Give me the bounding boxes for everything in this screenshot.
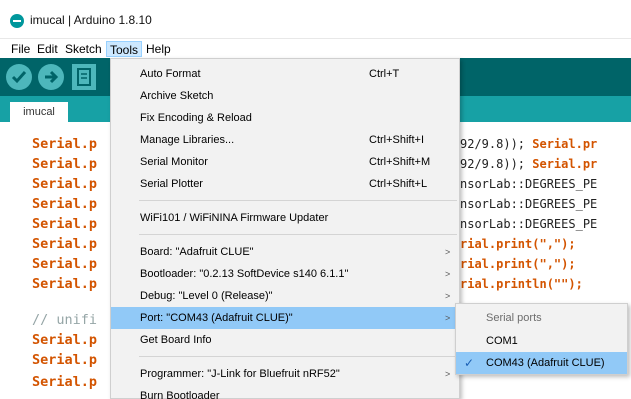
code-line: Serial.p — [32, 156, 98, 172]
checkmark-icon: ✓ — [464, 356, 475, 370]
code-line: Serial.p — [32, 196, 98, 212]
chevron-right-icon: > — [445, 269, 451, 279]
menu-bar: File Edit Sketch Tools Help — [0, 38, 631, 58]
menu-item-auto-format[interactable]: Auto Format Ctrl+T — [111, 63, 459, 85]
code-line: Serial.p — [32, 176, 98, 192]
menu-tools[interactable]: Tools — [106, 41, 143, 57]
code-fragment: nsorLab::DEGREES_PE — [460, 217, 598, 231]
port-submenu: Serial ports COM1 ✓ COM43 (Adafruit CLUE) — [455, 303, 628, 375]
menu-item-board[interactable]: Board: "Adafruit CLUE" > — [111, 241, 459, 263]
shortcut-label: Ctrl+Shift+L — [369, 178, 428, 190]
port-option-com43[interactable]: ✓ COM43 (Adafruit CLUE) — [456, 352, 627, 374]
chevron-right-icon: > — [445, 313, 451, 323]
menu-item-programmer[interactable]: Programmer: "J-Link for Bluefruit nRF52"… — [111, 363, 459, 385]
menu-item-serial-plotter[interactable]: Serial Plotter Ctrl+Shift+L — [111, 173, 459, 195]
menu-separator — [139, 234, 457, 235]
code-fragment: nsorLab::DEGREES_PE — [460, 197, 598, 211]
code-fragment: rial.println(""); — [460, 277, 583, 291]
port-option-com1[interactable]: COM1 — [456, 330, 627, 352]
menu-separator — [139, 356, 457, 357]
verify-button[interactable] — [6, 64, 32, 90]
menu-item-get-board-info[interactable]: Get Board Info — [111, 329, 459, 351]
code-line: Serial.p — [32, 136, 98, 152]
code-comment-line: // unifi — [32, 312, 98, 328]
menu-item-debug[interactable]: Debug: "Level 0 (Release)" > — [111, 285, 459, 307]
menu-edit[interactable]: Edit — [34, 41, 61, 57]
code-line: Serial.p — [32, 276, 98, 292]
chevron-right-icon: > — [445, 369, 451, 379]
code-line: Serial.p — [32, 256, 98, 272]
code-fragment: 92/9.8)); Serial.pr — [460, 137, 598, 151]
tools-menu: Auto Format Ctrl+T Archive Sketch Fix Enc… — [110, 58, 460, 399]
code-line: Serial.p — [32, 374, 98, 390]
new-sketch-button[interactable] — [72, 64, 96, 90]
arrow-right-icon — [45, 70, 59, 84]
menu-sketch[interactable]: Sketch — [62, 41, 105, 57]
menu-item-fix-encoding[interactable]: Fix Encoding & Reload — [111, 107, 459, 129]
menu-item-burn-bootloader[interactable]: Burn Bootloader — [111, 385, 459, 399]
menu-item-bootloader[interactable]: Bootloader: "0.2.13 SoftDevice s140 6.1.… — [111, 263, 459, 285]
code-line: Serial.p — [32, 216, 98, 232]
shortcut-label: Ctrl+Shift+I — [369, 134, 425, 146]
menu-item-archive-sketch[interactable]: Archive Sketch — [111, 85, 459, 107]
tab-imucal[interactable]: imucal — [10, 102, 68, 122]
arduino-logo-icon — [10, 14, 24, 28]
title-bar: imucal | Arduino 1.8.10 — [0, 0, 631, 36]
code-fragment: nsorLab::DEGREES_PE — [460, 177, 598, 191]
window-title: imucal | Arduino 1.8.10 — [30, 13, 152, 27]
submenu-header: Serial ports — [486, 312, 542, 324]
menu-separator — [139, 200, 457, 201]
shortcut-label: Ctrl+T — [369, 68, 400, 80]
code-line: Serial.p — [32, 236, 98, 252]
code-line: Serial.p — [32, 352, 98, 368]
document-icon — [77, 68, 91, 86]
menu-file[interactable]: File — [8, 41, 33, 57]
code-fragment: rial.print(","); — [460, 237, 576, 251]
menu-item-port[interactable]: Port: "COM43 (Adafruit CLUE)" > — [111, 307, 459, 329]
chevron-right-icon: > — [445, 247, 451, 257]
code-line: Serial.p — [32, 332, 98, 348]
checkmark-icon — [11, 71, 27, 84]
menu-help[interactable]: Help — [143, 41, 174, 57]
code-fragment: rial.print(","); — [460, 257, 576, 271]
upload-button[interactable] — [38, 64, 64, 90]
menu-item-firmware-updater[interactable]: WiFi101 / WiFiNINA Firmware Updater — [111, 207, 459, 229]
shortcut-label: Ctrl+Shift+M — [369, 156, 431, 168]
chevron-right-icon: > — [445, 291, 451, 301]
code-fragment: 92/9.8)); Serial.pr — [460, 157, 598, 171]
menu-item-serial-monitor[interactable]: Serial Monitor Ctrl+Shift+M — [111, 151, 459, 173]
menu-item-manage-libraries[interactable]: Manage Libraries... Ctrl+Shift+I — [111, 129, 459, 151]
